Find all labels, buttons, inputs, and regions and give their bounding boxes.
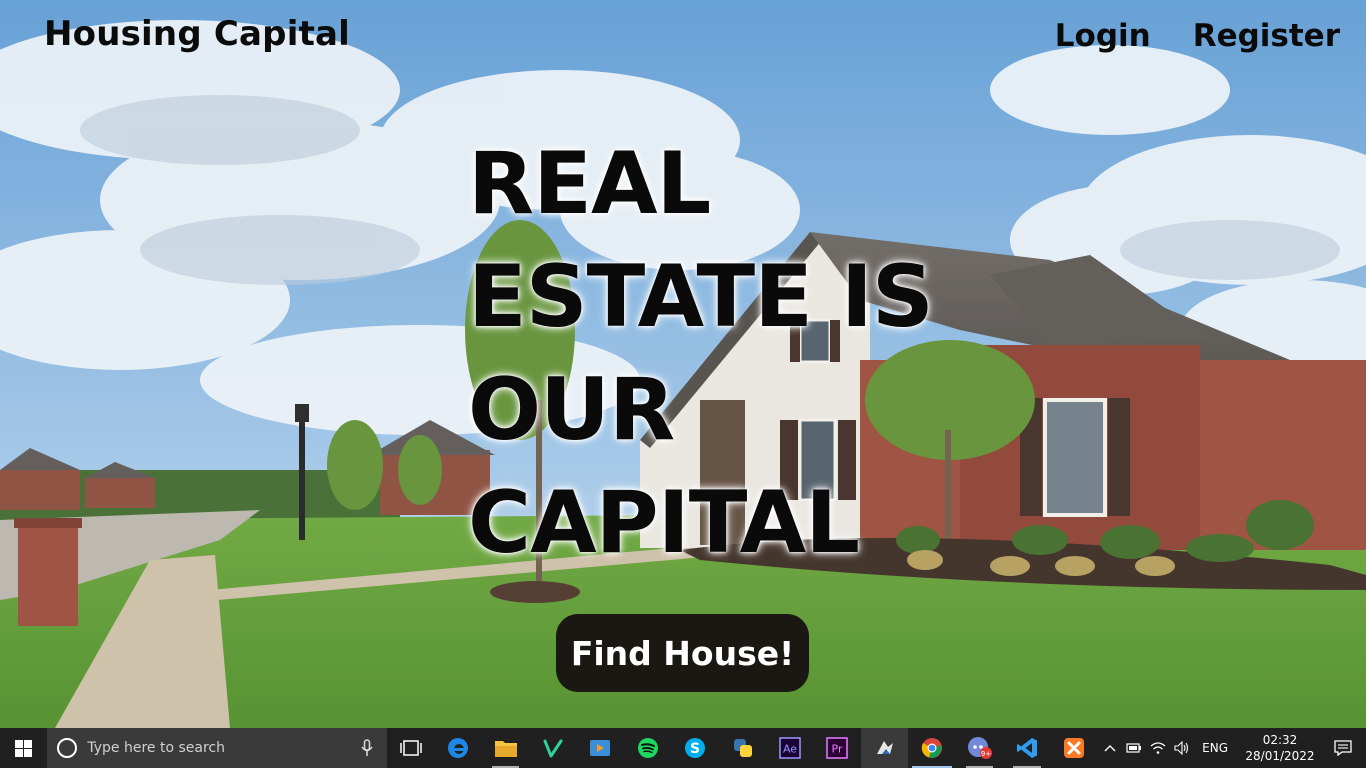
taskbar-discord[interactable]: 9+ bbox=[956, 728, 1003, 768]
battery-icon bbox=[1126, 743, 1142, 753]
taskbar-search[interactable]: Type here to search bbox=[47, 728, 388, 768]
wifi-icon bbox=[1150, 742, 1166, 754]
microphone-icon[interactable] bbox=[361, 739, 373, 757]
wifi-button[interactable] bbox=[1146, 728, 1170, 768]
taskbar-media-player[interactable] bbox=[577, 728, 624, 768]
headline-line-4: CAPITAL bbox=[468, 473, 860, 573]
bird-app-icon bbox=[876, 741, 893, 754]
headline-line-3: OUR bbox=[468, 360, 675, 460]
taskbar-after-effects[interactable]: Ae bbox=[766, 728, 813, 768]
vine-icon bbox=[543, 739, 563, 758]
top-nav: Login Register bbox=[1055, 18, 1340, 54]
taskbar-clock[interactable]: 02:32 28/01/2022 bbox=[1240, 732, 1320, 764]
taskbar-vine[interactable] bbox=[529, 728, 576, 768]
taskbar-edge[interactable] bbox=[435, 728, 482, 768]
search-placeholder: Type here to search bbox=[87, 740, 226, 756]
register-link[interactable]: Register bbox=[1193, 18, 1340, 54]
language-indicator[interactable]: ENG bbox=[1194, 741, 1240, 755]
taskbar-jupyter[interactable] bbox=[861, 728, 909, 768]
python-icon bbox=[733, 739, 752, 757]
xampp-icon bbox=[1064, 738, 1085, 758]
cortana-icon bbox=[57, 738, 78, 758]
vscode-icon bbox=[1016, 738, 1037, 758]
chevron-up-icon bbox=[1104, 745, 1116, 752]
headline-line-2: ESTATE IS bbox=[468, 247, 934, 347]
svg-text:S: S bbox=[690, 741, 700, 757]
ae-label: Ae bbox=[783, 743, 797, 756]
spotify-icon bbox=[637, 738, 658, 758]
speaker-icon bbox=[1174, 741, 1189, 755]
headline-line-1: REAL bbox=[468, 134, 711, 234]
taskbar-file-explorer[interactable] bbox=[482, 728, 529, 768]
show-hidden-icons-button[interactable] bbox=[1098, 728, 1122, 768]
premiere-icon: Pr bbox=[826, 737, 849, 759]
start-button[interactable] bbox=[0, 728, 47, 768]
windows-logo-icon bbox=[15, 739, 33, 757]
taskbar-chrome[interactable] bbox=[908, 728, 955, 768]
hero-headline: REAL ESTATE IS OUR CAPITAL bbox=[468, 128, 1028, 580]
skype-icon: S bbox=[685, 738, 706, 758]
login-link[interactable]: Login bbox=[1055, 18, 1151, 54]
volume-button[interactable] bbox=[1170, 728, 1194, 768]
system-tray: ENG 02:32 28/01/2022 bbox=[1098, 728, 1366, 768]
taskbar: Type here to search S Ae Pr 9+ ENG 02:32… bbox=[0, 728, 1366, 768]
taskbar-xampp[interactable] bbox=[1051, 728, 1098, 768]
site-brand[interactable]: Housing Capital bbox=[44, 14, 350, 54]
media-player-icon bbox=[590, 740, 611, 756]
discord-badge: 9+ bbox=[980, 750, 990, 758]
taskbar-vscode[interactable] bbox=[1003, 728, 1050, 768]
find-house-button[interactable]: Find House! bbox=[556, 614, 809, 692]
folder-icon bbox=[494, 741, 517, 757]
taskbar-python[interactable] bbox=[719, 728, 766, 768]
action-center-button[interactable] bbox=[1320, 728, 1366, 768]
edge-icon bbox=[448, 738, 469, 758]
taskbar-skype[interactable]: S bbox=[672, 728, 719, 768]
clock-date: 28/01/2022 bbox=[1245, 749, 1315, 763]
pr-label: Pr bbox=[832, 743, 843, 756]
after-effects-icon: Ae bbox=[779, 737, 801, 759]
task-view-button[interactable] bbox=[387, 728, 434, 768]
chrome-icon bbox=[921, 738, 943, 758]
notification-icon bbox=[1334, 740, 1352, 756]
battery-button[interactable] bbox=[1122, 728, 1146, 768]
task-view-icon bbox=[400, 740, 422, 756]
taskbar-spotify[interactable] bbox=[624, 728, 671, 768]
discord-icon: 9+ bbox=[967, 737, 992, 759]
taskbar-premiere[interactable]: Pr bbox=[814, 728, 861, 768]
clock-time: 02:32 bbox=[1262, 733, 1298, 747]
